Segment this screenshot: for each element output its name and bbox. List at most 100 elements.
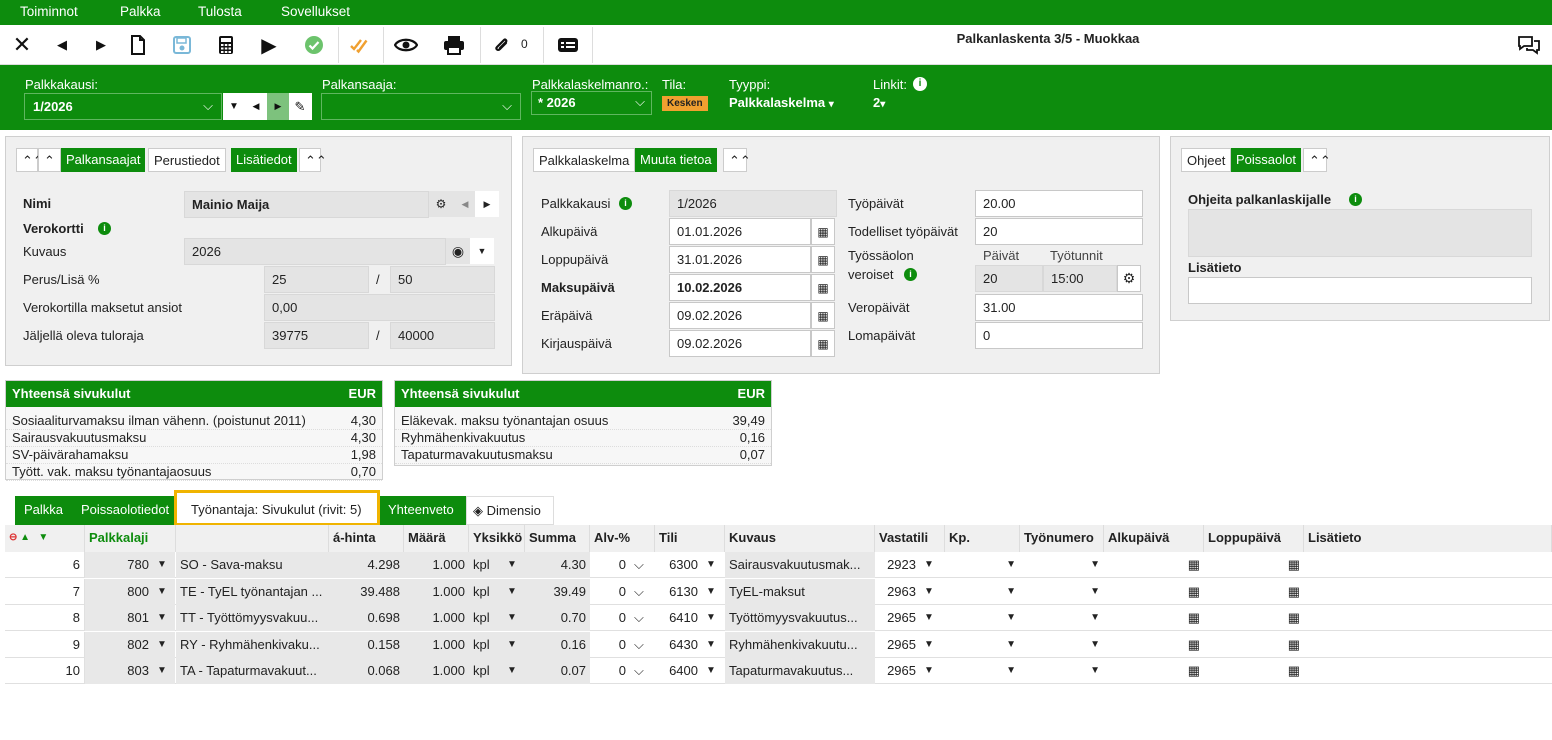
- tab-lisatiedot[interactable]: Lisätiedot: [231, 148, 297, 172]
- menu-toiminnot[interactable]: Toiminnot: [20, 4, 78, 19]
- edit-icon[interactable]: ✎: [289, 93, 311, 120]
- calendar-icon[interactable]: ▦: [1104, 632, 1204, 658]
- chevron-down-icon[interactable]: ⌵: [630, 579, 655, 605]
- table-row[interactable]: 10 803 ▼ TA - Tapaturmavakuut... 0.068 1.000 k…: [5, 658, 1552, 684]
- col-lisatieto[interactable]: Lisätieto: [1304, 525, 1552, 552]
- extra-info-cell[interactable]: [1304, 605, 1552, 631]
- calendar-icon[interactable]: ▦: [1204, 552, 1304, 578]
- links-value[interactable]: 2▾: [873, 95, 885, 110]
- tab-yhteenveto[interactable]: Yhteenveto: [380, 496, 466, 525]
- move-down-icon[interactable]: ▼: [38, 532, 48, 543]
- end-date-input[interactable]: 31.01.2026: [669, 246, 811, 273]
- vat-percent[interactable]: 0: [590, 605, 630, 631]
- unit-price[interactable]: 0.158: [329, 631, 404, 658]
- book-date-input[interactable]: 09.02.2026: [669, 330, 811, 357]
- amount[interactable]: 0.70: [525, 605, 590, 631]
- vat-percent[interactable]: 0: [590, 632, 630, 658]
- calendar-icon[interactable]: ▦: [1104, 658, 1204, 684]
- kp-dropdown-icon[interactable]: ▼: [945, 632, 1020, 658]
- pay-type-code[interactable]: 802: [85, 631, 153, 658]
- dropdown-icon[interactable]: ▼: [702, 632, 725, 658]
- extra-info-cell[interactable]: [1304, 632, 1552, 658]
- expand-icon[interactable]: ⌃⌃: [299, 148, 327, 172]
- calendar-icon[interactable]: ▦: [1204, 632, 1304, 658]
- col-kp[interactable]: Kp.: [945, 525, 1020, 552]
- extra-info-cell[interactable]: [1304, 579, 1552, 605]
- dropdown-icon[interactable]: ▼: [920, 658, 945, 684]
- table-row[interactable]: 8 801 ▼ TT - Työttömyysvakuu... 0.698 1.000 kp…: [5, 605, 1552, 631]
- calendar-icon[interactable]: ▦: [811, 302, 835, 329]
- calendar-icon[interactable]: ▦: [1104, 605, 1204, 631]
- unit-price[interactable]: 0.698: [329, 605, 404, 631]
- kp-dropdown-icon[interactable]: ▼: [945, 658, 1020, 684]
- previous-icon[interactable]: ◀: [453, 191, 477, 217]
- new-document-icon[interactable]: [119, 25, 157, 65]
- next-icon[interactable]: ▶: [82, 25, 120, 65]
- due-date-input[interactable]: 09.02.2026: [669, 302, 811, 329]
- chevron-down-icon[interactable]: ⌵: [630, 658, 655, 684]
- account[interactable]: 6430: [655, 632, 702, 658]
- col-a-hinta[interactable]: á-hinta: [329, 525, 404, 552]
- workdays-input[interactable]: 20.00: [975, 190, 1143, 217]
- dropdown-icon[interactable]: ▼: [503, 658, 525, 684]
- calendar-icon[interactable]: ▦: [1104, 552, 1204, 578]
- extra-textarea[interactable]: [1188, 277, 1532, 304]
- collapse-all-icon[interactable]: ⌃⌃: [1303, 148, 1331, 172]
- contra-account[interactable]: 2965: [875, 605, 920, 631]
- attachment-icon[interactable]: [489, 25, 513, 65]
- amount[interactable]: 0.07: [525, 658, 590, 684]
- vat-percent[interactable]: 0: [590, 579, 630, 605]
- dropdown-icon[interactable]: ▼: [503, 605, 525, 631]
- col-tyonumero[interactable]: Työnumero: [1020, 525, 1104, 552]
- work-number-dropdown-icon[interactable]: ▼: [1020, 658, 1104, 684]
- close-icon[interactable]: ✕: [3, 25, 41, 65]
- type-value[interactable]: Palkkalaskelma ▾: [729, 95, 834, 110]
- menu-palkka[interactable]: Palkka: [120, 4, 161, 19]
- dropdown-icon[interactable]: ▼: [153, 552, 175, 578]
- col-yksikko[interactable]: Yksikkö: [469, 525, 525, 552]
- holiday-input[interactable]: 0: [975, 322, 1143, 349]
- unit[interactable]: kpl: [469, 605, 503, 631]
- gear-icon[interactable]: ⚙: [1117, 265, 1141, 292]
- unit[interactable]: kpl: [469, 578, 503, 605]
- tab-poissaolotiedot[interactable]: Poissaolotiedot: [72, 496, 182, 525]
- next-period-icon[interactable]: ▶: [267, 93, 289, 120]
- col-summa[interactable]: Summa: [525, 525, 590, 552]
- kp-dropdown-icon[interactable]: ▼: [945, 552, 1020, 578]
- extra-info-cell[interactable]: [1304, 552, 1552, 578]
- collapse-all-icon[interactable]: ⌃⌃: [16, 148, 44, 172]
- pay-type-code[interactable]: 803: [85, 658, 153, 684]
- account[interactable]: 6400: [655, 658, 702, 684]
- dropdown-icon[interactable]: ▼: [702, 552, 725, 578]
- pay-type-code[interactable]: 800: [85, 578, 153, 605]
- account[interactable]: 6410: [655, 605, 702, 631]
- col-alkupaiva[interactable]: Alkupäivä: [1104, 525, 1204, 552]
- tab-palkansaajat[interactable]: Palkansaajat: [61, 148, 146, 172]
- dropdown-icon[interactable]: ▼: [503, 631, 525, 658]
- remove-row-icon[interactable]: ⊖: [9, 532, 17, 543]
- calcno-select[interactable]: * 2026 ⌵: [531, 91, 652, 115]
- calculator-icon[interactable]: [207, 25, 245, 65]
- dropdown-icon[interactable]: ▼: [920, 579, 945, 605]
- tab-palkkalaskelma[interactable]: Palkkalaskelma: [533, 148, 636, 172]
- pay-date-input[interactable]: 10.02.2026: [669, 274, 811, 301]
- menu-tulosta[interactable]: Tulosta: [198, 4, 242, 19]
- dropdown-icon[interactable]: ▼: [470, 238, 494, 264]
- emp-hours-field[interactable]: 15:00: [1043, 265, 1117, 292]
- col-maara[interactable]: Määrä: [404, 525, 469, 552]
- guide-textarea[interactable]: [1188, 209, 1532, 257]
- collapse-icon[interactable]: ⌃: [38, 148, 61, 172]
- chat-icon[interactable]: [1510, 25, 1548, 65]
- unit[interactable]: kpl: [469, 552, 503, 578]
- extra-info-cell[interactable]: [1304, 658, 1552, 684]
- col-kuvaus[interactable]: Kuvaus: [725, 525, 875, 552]
- dropdown-icon[interactable]: ▼: [702, 658, 725, 684]
- menu-sovellukset[interactable]: Sovellukset: [281, 4, 350, 19]
- info-icon[interactable]: i: [98, 222, 111, 235]
- col-tili[interactable]: Tili: [655, 525, 725, 552]
- dropdown-icon[interactable]: ▼: [920, 552, 945, 578]
- chevron-down-icon[interactable]: ⌵: [630, 552, 655, 578]
- amount[interactable]: 0.16: [525, 631, 590, 658]
- paid-field[interactable]: 0,00: [264, 294, 495, 321]
- info-icon[interactable]: i: [619, 197, 632, 210]
